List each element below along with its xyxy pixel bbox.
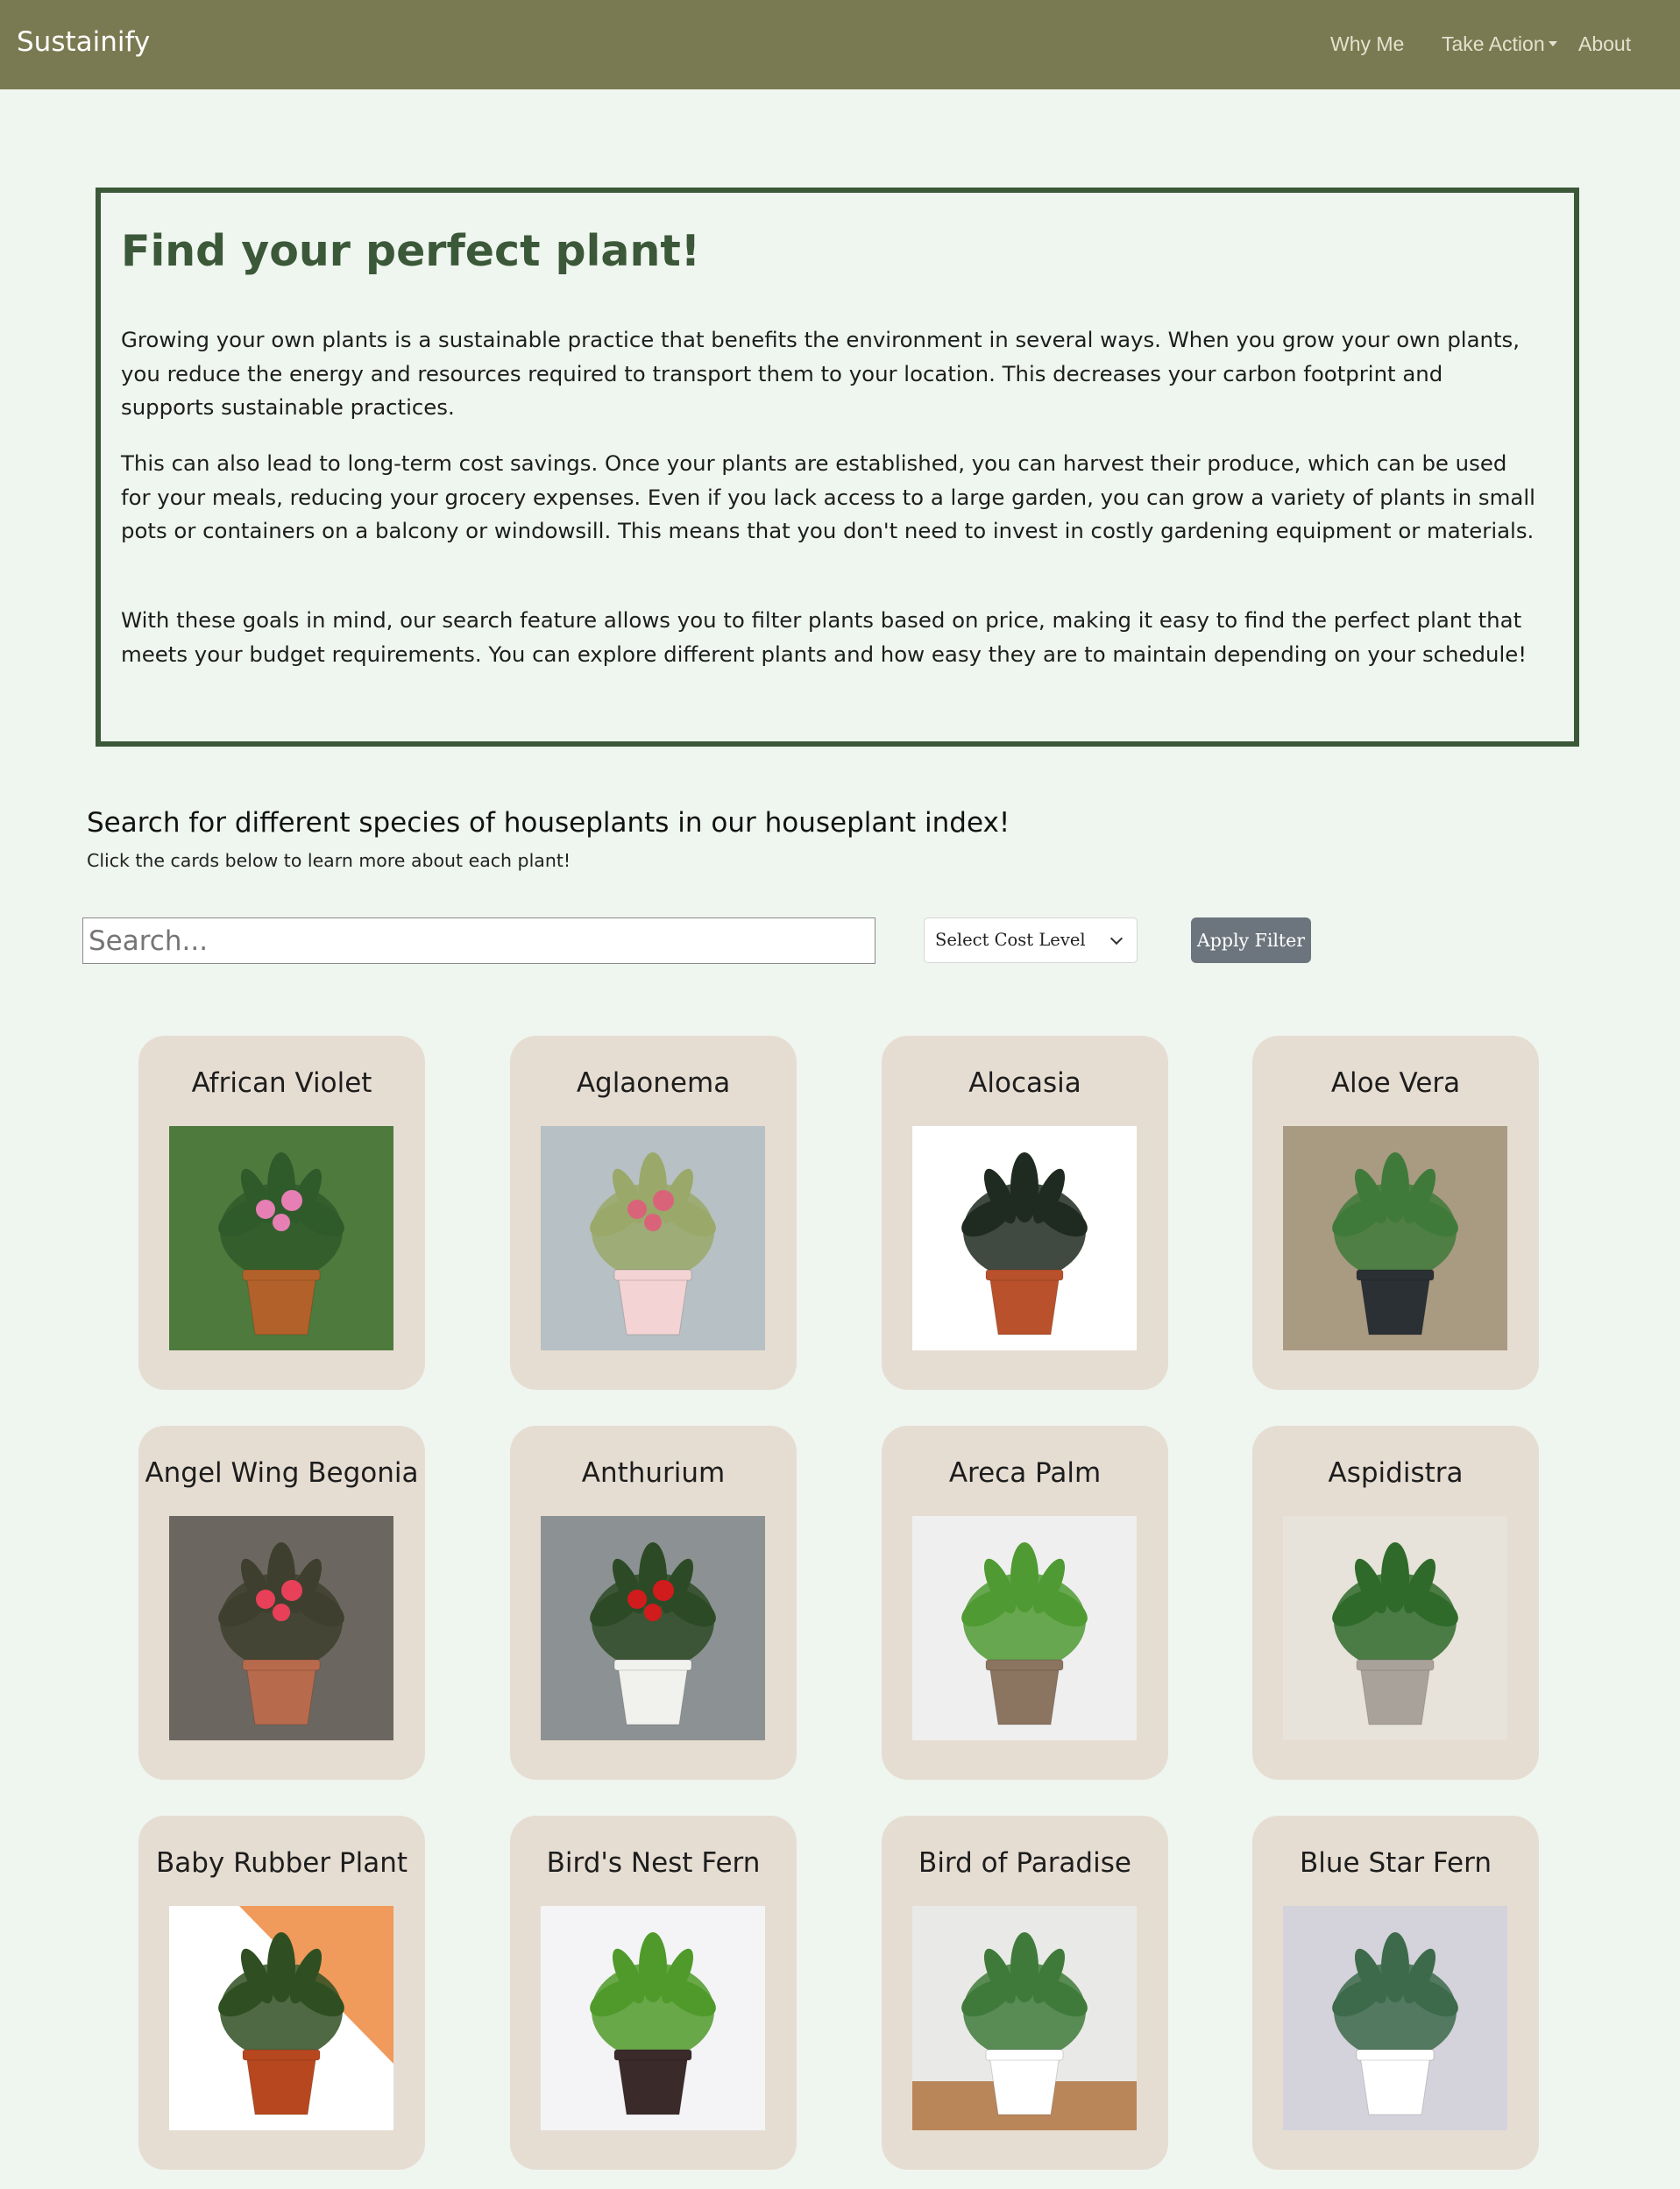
plant-illustration — [1283, 1906, 1507, 2130]
plant-card-title: Bird's Nest Fern — [546, 1847, 761, 1879]
nav-take-action-label: Take Action — [1442, 32, 1545, 55]
plant-photo — [1283, 1906, 1507, 2130]
plant-photo — [541, 1906, 765, 2130]
nav-why-me[interactable]: Why Me — [1330, 32, 1404, 56]
intro-paragraph: This can also lead to long-term cost sav… — [121, 450, 1535, 543]
cost-level-select[interactable]: Select Cost Level — [924, 917, 1138, 963]
plant-card-title: Areca Palm — [948, 1457, 1102, 1489]
plant-illustration — [1283, 1126, 1507, 1350]
plant-illustration — [541, 1906, 765, 2130]
plant-card-title: Angel Wing Begonia — [145, 1457, 419, 1489]
plant-card-title: Aglaonema — [576, 1067, 731, 1099]
plant-card-title: Baby Rubber Plant — [155, 1847, 408, 1879]
navbar: Sustainify Why Me Take Action About — [0, 0, 1680, 89]
plant-photo — [912, 1906, 1137, 2130]
intro-paragraph: With these goals in mind, our search fea… — [121, 607, 1528, 667]
plant-card-title: Aloe Vera — [1330, 1067, 1461, 1099]
plant-card-title: Bird of Paradise — [918, 1847, 1131, 1879]
plant-illustration — [541, 1516, 765, 1740]
plant-illustration — [541, 1126, 765, 1350]
plant-card-title: Alocasia — [968, 1067, 1081, 1099]
nav-about[interactable]: About — [1578, 32, 1631, 56]
brand-logo[interactable]: Sustainify — [17, 26, 150, 58]
plant-illustration — [912, 1126, 1137, 1350]
search-subheading: Click the cards below to learn more abou… — [87, 850, 571, 871]
search-input[interactable] — [82, 917, 875, 964]
cost-level-select-label: Select Cost Level — [935, 930, 1086, 950]
plant-illustration — [912, 1516, 1137, 1740]
chevron-down-icon — [1109, 932, 1124, 946]
intro-title: Find your perfect plant! — [121, 226, 701, 276]
plant-photo — [169, 1126, 393, 1350]
plant-card-title: Blue Star Fern — [1300, 1847, 1492, 1879]
plant-card-title: Aspidistra — [1328, 1457, 1464, 1489]
plant-card-title: African Violet — [191, 1067, 372, 1099]
intro-paragraph: Growing your own plants is a sustainable… — [121, 327, 1521, 420]
plant-card[interactable]: Areca Palm — [882, 1426, 1168, 1780]
plant-illustration — [169, 1516, 393, 1740]
plant-card[interactable]: Angel Wing Begonia — [138, 1426, 425, 1780]
plant-card[interactable]: Alocasia — [882, 1036, 1168, 1390]
plant-photo — [1283, 1516, 1507, 1740]
apply-filter-button[interactable]: Apply Filter — [1191, 917, 1311, 963]
plant-card[interactable]: Aloe Vera — [1252, 1036, 1539, 1390]
plant-photo — [169, 1906, 393, 2130]
plant-photo — [1283, 1126, 1507, 1350]
plant-card[interactable]: Aspidistra — [1252, 1426, 1539, 1780]
caret-down-icon — [1548, 41, 1557, 46]
plant-photo — [912, 1516, 1137, 1740]
plant-card[interactable]: African Violet — [138, 1036, 425, 1390]
plant-card[interactable]: Blue Star Fern — [1252, 1816, 1539, 2170]
plant-card[interactable]: Anthurium — [510, 1426, 797, 1780]
plant-card[interactable]: Bird's Nest Fern — [510, 1816, 797, 2170]
nav-take-action[interactable]: Take Action — [1442, 32, 1557, 56]
plant-card-title: Anthurium — [581, 1457, 726, 1489]
plant-card[interactable]: Aglaonema — [510, 1036, 797, 1390]
search-heading: Search for different species of housepla… — [87, 807, 1010, 839]
plant-photo — [541, 1516, 765, 1740]
plant-illustration — [912, 1906, 1137, 2130]
plant-photo — [541, 1126, 765, 1350]
plant-card[interactable]: Baby Rubber Plant — [138, 1816, 425, 2170]
plant-illustration — [169, 1906, 393, 2130]
plant-illustration — [1283, 1516, 1507, 1740]
plant-illustration — [169, 1126, 393, 1350]
plant-photo — [169, 1516, 393, 1740]
plant-photo — [912, 1126, 1137, 1350]
plant-card[interactable]: Bird of Paradise — [882, 1816, 1168, 2170]
